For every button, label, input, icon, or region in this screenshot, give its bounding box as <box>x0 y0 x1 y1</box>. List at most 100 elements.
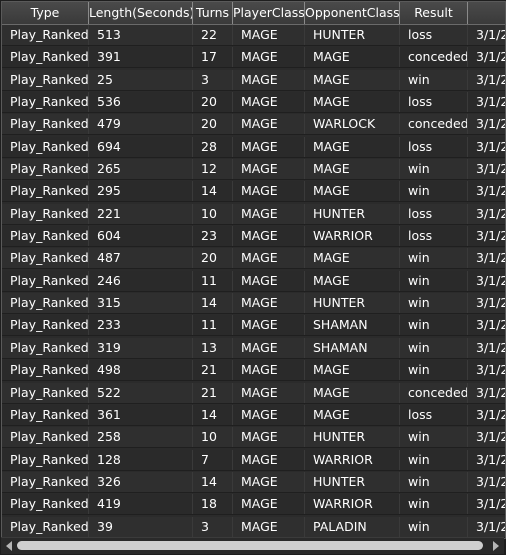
cell-opponentclass[interactable]: WARRIOR <box>305 494 400 515</box>
cell-date[interactable]: 3/1/2 <box>468 271 505 291</box>
cell-length[interactable]: 315 <box>89 293 193 314</box>
cell-length[interactable]: 258 <box>89 427 193 448</box>
table-row[interactable]: Play_Ranked 604 23 MAGE WARRIOR loss 3/1/2 <box>2 226 505 248</box>
arrow-left-icon[interactable] <box>6 541 12 551</box>
cell-type[interactable]: Play_Ranked <box>2 293 89 314</box>
cell-turns[interactable]: 14 <box>193 293 233 314</box>
cell-turns[interactable]: 11 <box>193 315 233 336</box>
column-header-date[interactable] <box>468 2 505 24</box>
cell-length[interactable]: 391 <box>89 47 193 68</box>
cell-type[interactable]: Play_Ranked <box>2 136 89 157</box>
cell-turns[interactable]: 13 <box>193 337 233 358</box>
cell-opponentclass[interactable]: SHAMAN <box>305 315 400 336</box>
table-row[interactable]: Play_Ranked 295 14 MAGE MAGE win 3/1/2 <box>2 181 505 203</box>
cell-result[interactable]: win <box>400 337 468 358</box>
cell-opponentclass[interactable]: HUNTER <box>305 471 400 492</box>
cell-opponentclass[interactable]: MAGE <box>305 360 400 381</box>
cell-type[interactable]: Play_Ranked <box>2 92 89 113</box>
cell-playerclass[interactable]: MAGE <box>233 337 305 358</box>
column-header-length[interactable]: Length(Seconds) <box>89 2 193 24</box>
scrollbar-thumb[interactable] <box>17 541 483 550</box>
cell-date[interactable]: 3/1/2 <box>468 204 505 224</box>
cell-result[interactable]: win <box>400 516 468 537</box>
cell-result[interactable]: conceded <box>400 382 468 403</box>
cell-type[interactable]: Play_Ranked <box>2 270 89 291</box>
cell-playerclass[interactable]: MAGE <box>233 315 305 336</box>
cell-turns[interactable]: 20 <box>193 92 233 113</box>
table-row[interactable]: Play_Ranked 258 10 MAGE HUNTER win 3/1/2 <box>2 427 505 449</box>
cell-result[interactable]: loss <box>400 404 468 425</box>
cell-opponentclass[interactable]: HUNTER <box>305 293 400 314</box>
cell-opponentclass[interactable]: HUNTER <box>305 203 400 224</box>
cell-playerclass[interactable]: MAGE <box>233 136 305 157</box>
cell-date[interactable]: 3/1/2 <box>468 338 505 358</box>
cell-playerclass[interactable]: MAGE <box>233 226 305 247</box>
horizontal-scrollbar[interactable] <box>1 537 504 554</box>
cell-turns[interactable]: 18 <box>193 494 233 515</box>
table-row[interactable]: Play_Ranked 391 17 MAGE MAGE conceded 3/1/2 <box>2 47 505 69</box>
cell-type[interactable]: Play_Ranked <box>2 471 89 492</box>
cell-turns[interactable]: 10 <box>193 427 233 448</box>
cell-length[interactable]: 39 <box>89 516 193 537</box>
cell-date[interactable]: 3/1/2 <box>468 360 505 380</box>
cell-turns[interactable]: 23 <box>193 226 233 247</box>
column-header-turns[interactable]: Turns <box>193 2 233 24</box>
cell-playerclass[interactable]: MAGE <box>233 159 305 180</box>
cell-date[interactable]: 3/1/2 <box>468 427 505 447</box>
cell-opponentclass[interactable]: MAGE <box>305 404 400 425</box>
cell-result[interactable]: win <box>400 449 468 470</box>
cell-result[interactable]: loss <box>400 25 468 45</box>
cell-length[interactable]: 513 <box>89 25 193 45</box>
cell-playerclass[interactable]: MAGE <box>233 427 305 448</box>
cell-turns[interactable]: 11 <box>193 270 233 291</box>
cell-opponentclass[interactable]: MAGE <box>305 92 400 113</box>
column-header-result[interactable]: Result <box>400 2 468 24</box>
cell-type[interactable]: Play_Ranked <box>2 47 89 68</box>
cell-opponentclass[interactable]: MAGE <box>305 181 400 202</box>
column-header-opponentclass[interactable]: OpponentClass <box>305 2 400 24</box>
cell-date[interactable]: 3/1/2 <box>468 114 505 134</box>
cell-opponentclass[interactable]: WARRIOR <box>305 226 400 247</box>
cell-playerclass[interactable]: MAGE <box>233 181 305 202</box>
table-row[interactable]: Play_Ranked 513 22 MAGE HUNTER loss 3/1/2 <box>2 25 505 46</box>
cell-turns[interactable]: 10 <box>193 203 233 224</box>
cell-opponentclass[interactable]: MAGE <box>305 270 400 291</box>
arrow-right-icon[interactable] <box>493 541 499 551</box>
table-row[interactable]: Play_Ranked 487 20 MAGE MAGE win 3/1/2 <box>2 248 505 270</box>
cell-turns[interactable]: 17 <box>193 47 233 68</box>
cell-type[interactable]: Play_Ranked <box>2 315 89 336</box>
cell-result[interactable]: win <box>400 270 468 291</box>
cell-turns[interactable]: 7 <box>193 449 233 470</box>
cell-opponentclass[interactable]: WARRIOR <box>305 449 400 470</box>
cell-opponentclass[interactable]: MAGE <box>305 69 400 90</box>
cell-opponentclass[interactable]: HUNTER <box>305 427 400 448</box>
cell-type[interactable]: Play_Ranked <box>2 382 89 403</box>
cell-date[interactable]: 3/1/2 <box>468 517 505 537</box>
cell-length[interactable]: 694 <box>89 136 193 157</box>
cell-date[interactable]: 3/1/2 <box>468 494 505 514</box>
cell-type[interactable]: Play_Ranked <box>2 494 89 515</box>
cell-opponentclass[interactable]: PALADIN <box>305 516 400 537</box>
cell-result[interactable]: loss <box>400 226 468 247</box>
cell-type[interactable]: Play_Ranked <box>2 337 89 358</box>
cell-length[interactable]: 326 <box>89 471 193 492</box>
table-row[interactable]: Play_Ranked 39 3 MAGE PALADIN win 3/1/2 <box>2 516 505 538</box>
cell-playerclass[interactable]: MAGE <box>233 69 305 90</box>
cell-playerclass[interactable]: MAGE <box>233 471 305 492</box>
cell-type[interactable]: Play_Ranked <box>2 248 89 269</box>
cell-date[interactable]: 3/1/2 <box>468 181 505 201</box>
cell-turns[interactable]: 12 <box>193 159 233 180</box>
cell-result[interactable]: win <box>400 427 468 448</box>
cell-result[interactable]: win <box>400 293 468 314</box>
cell-playerclass[interactable]: MAGE <box>233 382 305 403</box>
cell-date[interactable]: 3/1/2 <box>468 248 505 268</box>
cell-result[interactable]: conceded <box>400 114 468 135</box>
cell-opponentclass[interactable]: MAGE <box>305 136 400 157</box>
cell-turns[interactable]: 14 <box>193 404 233 425</box>
table-row[interactable]: Play_Ranked 498 21 MAGE MAGE win 3/1/2 <box>2 360 505 382</box>
table-row[interactable]: Play_Ranked 522 21 MAGE MAGE conceded 3/1/2 <box>2 382 505 404</box>
cell-date[interactable]: 3/1/2 <box>468 92 505 112</box>
cell-date[interactable]: 3/1/2 <box>468 472 505 492</box>
table-row[interactable]: Play_Ranked 326 14 MAGE HUNTER win 3/1/2 <box>2 471 505 493</box>
table-row[interactable]: Play_Ranked 536 20 MAGE MAGE loss 3/1/2 <box>2 92 505 114</box>
